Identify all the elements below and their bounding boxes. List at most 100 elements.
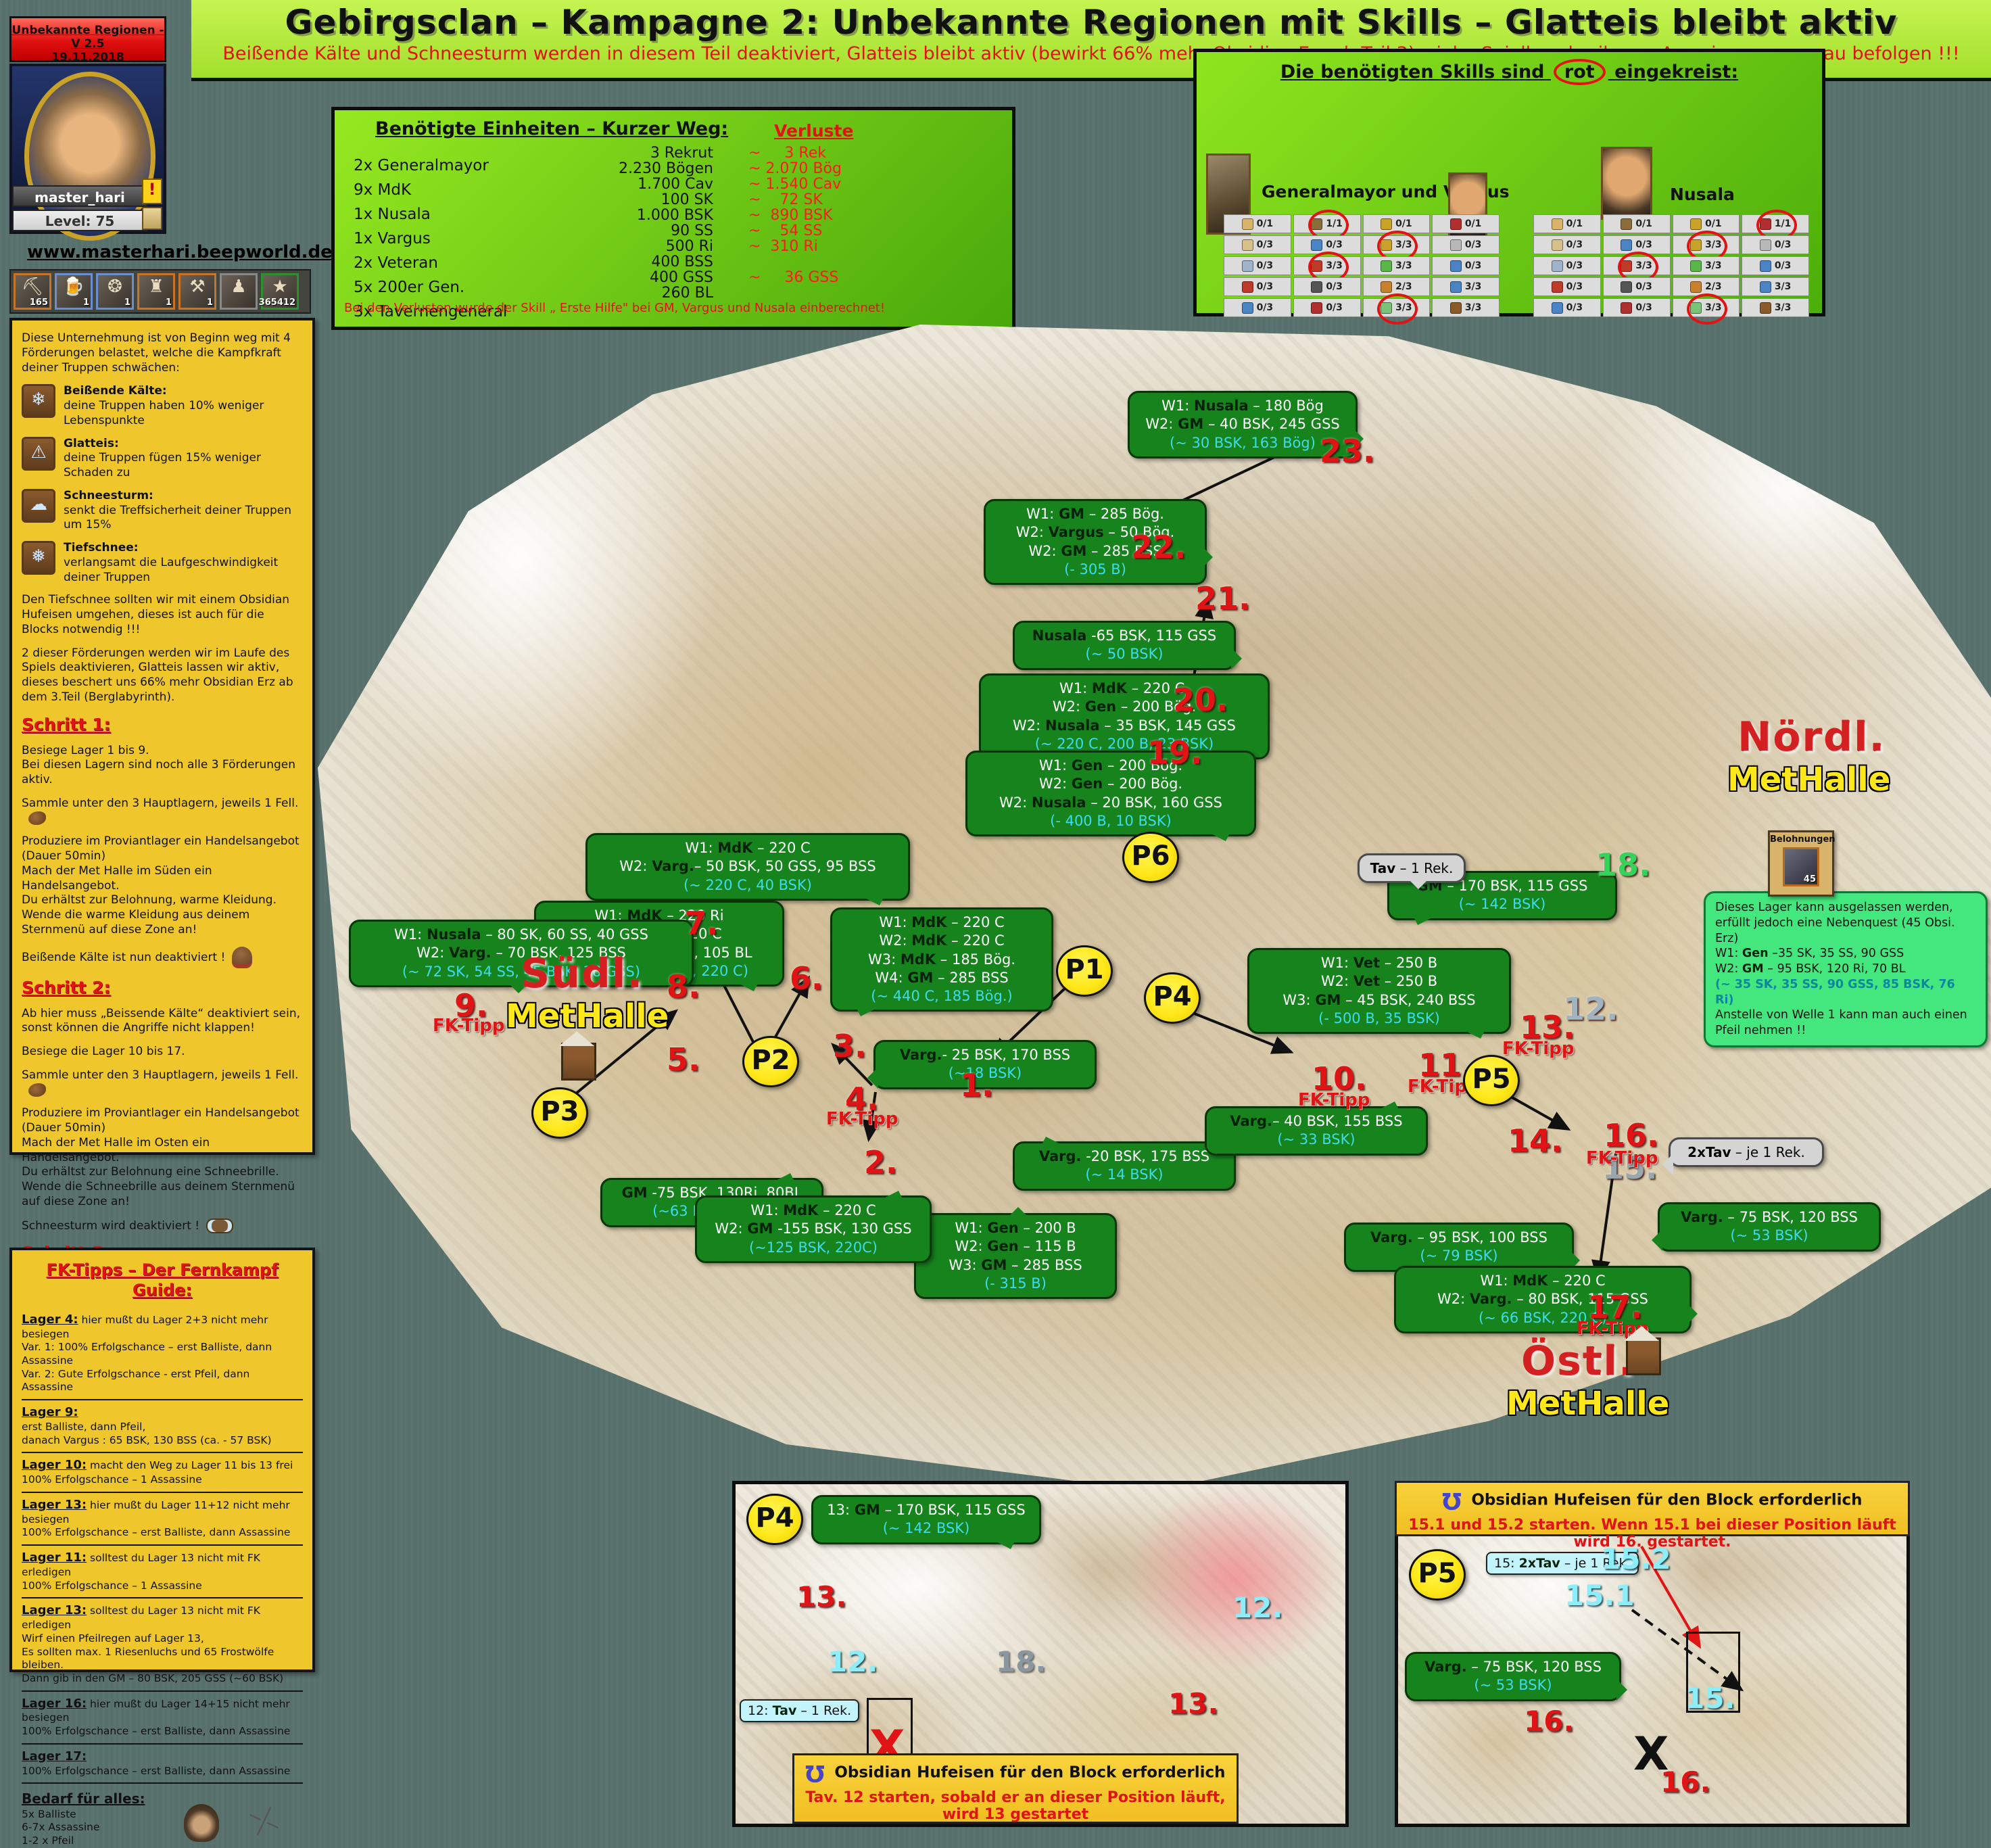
bubble-line: (~ 14 BSK) <box>1022 1166 1227 1184</box>
attack-bubble: W1: MdK – 220 CW2: MdK – 220 CW3: MdK – … <box>830 907 1053 1012</box>
bubble-text: (- 305 B) <box>1064 561 1126 577</box>
skill-cell[interactable]: 0/1 <box>1673 214 1740 233</box>
caption-line2: Tav. 12 starten, sobald er an dieser Pos… <box>794 1789 1237 1823</box>
skill-value: 3/3 <box>1465 302 1482 313</box>
player-name: master_hari <box>12 185 147 207</box>
skill-cell[interactable]: 0/3 <box>1224 235 1291 254</box>
skill-value: 3/3 <box>1705 302 1722 313</box>
skill-cell[interactable]: 0/3 <box>1533 256 1601 275</box>
ore-cross-icon[interactable]: ⛏165 <box>14 273 51 310</box>
info-paragraph: Beißende Kälte ist nun deaktiviert ! <box>22 947 303 968</box>
step-header: Schritt 2: <box>22 977 303 999</box>
website-link[interactable]: www.masterhari.beepworld.de <box>27 242 311 262</box>
skill-cell[interactable]: 0/1 <box>1363 214 1431 233</box>
skill-cell[interactable]: 0/3 <box>1293 235 1361 254</box>
skill-cell[interactable]: 3/3 <box>1603 256 1671 275</box>
skill-cell[interactable]: 3/3 <box>1673 235 1740 254</box>
bubble-line: W2: GM – 95 BSK, 120 Ri, 70 BL <box>1715 962 1976 977</box>
skill-cell[interactable]: 0/3 <box>1533 235 1601 254</box>
star-icon[interactable]: ★365412 <box>261 273 299 310</box>
bubble-text: GM <box>1061 543 1086 559</box>
portrait-icon[interactable]: ♟ <box>220 273 258 310</box>
bubble-line: (~ 50 BSK) <box>1022 645 1227 663</box>
note-line: 12: Tav – 1 Rek. <box>748 1703 851 1718</box>
skill-cell[interactable]: 3/3 <box>1742 277 1809 296</box>
bubble-text: W1: <box>685 840 717 856</box>
bubble-text: – je 1 Rek. <box>1731 1144 1805 1160</box>
loss-row: ~ 54 SS <box>748 223 842 239</box>
debuff-sign-icon: ❅ <box>22 541 55 575</box>
skill-cell[interactable]: 0/3 <box>1533 277 1601 296</box>
skill-cell[interactable]: 0/3 <box>1432 256 1500 275</box>
skill-cell[interactable]: 0/3 <box>1603 277 1671 296</box>
skill-cell[interactable]: 0/3 <box>1293 298 1361 317</box>
loss-row: ~ 36 GSS <box>748 270 842 285</box>
general-row: 2x Generalmayor <box>354 153 507 178</box>
skill-cell[interactable]: 2/3 <box>1363 277 1431 296</box>
skill-cell[interactable]: 0/3 <box>1742 256 1809 275</box>
skill-cell[interactable]: 0/3 <box>1533 298 1601 317</box>
units-title: Benötigte Einheiten – Kurzer Weg: <box>375 118 728 139</box>
skill-cell[interactable]: 3/3 <box>1742 298 1809 317</box>
snowball-icon[interactable]: ❂1 <box>96 273 134 310</box>
skill-icon <box>1450 281 1462 293</box>
inset-p4: P4 13: GM – 170 BSK, 115 GSS(~ 142 BSK)1… <box>732 1481 1349 1827</box>
bubble-text: – 95 BSK, 120 Ri, 70 BL <box>1764 962 1906 976</box>
skill-cell[interactable]: 0/3 <box>1293 277 1361 296</box>
version-title: Unbekannte Regionen - V 2.5 <box>11 24 164 51</box>
skill-cell[interactable]: 0/3 <box>1224 256 1291 275</box>
bubble-line: (~ 79 BSK) <box>1353 1247 1565 1265</box>
catapult-icon[interactable]: ♜1 <box>137 273 175 310</box>
bubble-text: W2: <box>1715 962 1742 976</box>
nusala-portrait-icon <box>1601 147 1652 220</box>
skill-cell[interactable]: 3/3 <box>1673 256 1740 275</box>
skill-value: 0/3 <box>1257 302 1274 313</box>
mug-icon[interactable]: 🍺1 <box>55 273 93 310</box>
bubble-text: Varg. <box>652 858 694 874</box>
skill-cell[interactable]: 3/3 <box>1363 298 1431 317</box>
skill-cell[interactable]: 0/3 <box>1224 277 1291 296</box>
skill-cell[interactable]: 3/3 <box>1293 256 1361 275</box>
skill-cell[interactable]: 1/1 <box>1293 214 1361 233</box>
info-paragraph: Ab hier muss „Beissende Kälte“ deaktivie… <box>22 1007 303 1037</box>
skill-value: 0/3 <box>1257 260 1274 271</box>
ore-cross-icon: ⛏ <box>16 277 49 297</box>
skill-cell[interactable]: 0/3 <box>1603 298 1671 317</box>
trap-icon[interactable]: ⚒1 <box>178 273 216 310</box>
bubble-text: W2: <box>955 1238 987 1254</box>
skill-cell[interactable]: 3/3 <box>1432 277 1500 296</box>
bubble-text: W2: <box>1145 416 1178 432</box>
sidequest-bubble: Dieses Lager kann ausgelassen werden, er… <box>1704 891 1988 1047</box>
catapult-icon: ♜ <box>139 277 173 297</box>
bubble-text: GM <box>1742 962 1764 976</box>
skill-cell[interactable]: 1/1 <box>1742 214 1809 233</box>
skill-cell[interactable]: 0/1 <box>1533 214 1601 233</box>
skill-cell[interactable]: 3/3 <box>1673 298 1740 317</box>
info-paragraph: Sammle unter den 3 Hauptlagern, jeweils … <box>22 1068 303 1098</box>
rot-highlight: rot <box>1554 59 1606 85</box>
fur-icon <box>28 811 46 825</box>
bubble-text: Varg. <box>1230 1113 1272 1129</box>
attack-bubble: W1: Vet – 250 BW2: Vet – 250 BW3: GM – 4… <box>1247 948 1511 1034</box>
skill-cell[interactable]: 0/1 <box>1603 214 1671 233</box>
fk-section: Lager 16: hier mußt du Lager 14+15 nicht… <box>22 1690 303 1743</box>
skill-cell[interactable]: 3/3 <box>1363 235 1431 254</box>
bubble-text: – 220 C <box>752 840 810 856</box>
skill-cell[interactable]: 0/3 <box>1224 298 1291 317</box>
skill-cell[interactable]: 0/3 <box>1742 235 1809 254</box>
goggles-icon <box>206 1218 233 1233</box>
skill-cell[interactable]: 0/3 <box>1432 235 1500 254</box>
skill-cell[interactable]: 0/3 <box>1603 235 1671 254</box>
bubble-text: – 80 SK, 60 SS, 40 GSS <box>481 926 648 943</box>
bubble-text: W2: <box>1013 717 1045 734</box>
skill-cell[interactable]: 3/3 <box>1363 256 1431 275</box>
inset-camp-number: 18. <box>996 1645 1046 1678</box>
skill-cell[interactable]: 2/3 <box>1673 277 1740 296</box>
info-paragraph: Den Tiefschnee sollten wir mit einem Obs… <box>22 593 303 637</box>
skill-cell[interactable]: 0/1 <box>1432 214 1500 233</box>
skill-cell[interactable]: 0/1 <box>1224 214 1291 233</box>
loss-row <box>748 285 842 301</box>
skill-cell[interactable]: 3/3 <box>1432 298 1500 317</box>
bubble-text: – 95 BSK, 100 BSS <box>1413 1229 1548 1246</box>
bubble-text: – 285 Bög. <box>1084 506 1164 522</box>
